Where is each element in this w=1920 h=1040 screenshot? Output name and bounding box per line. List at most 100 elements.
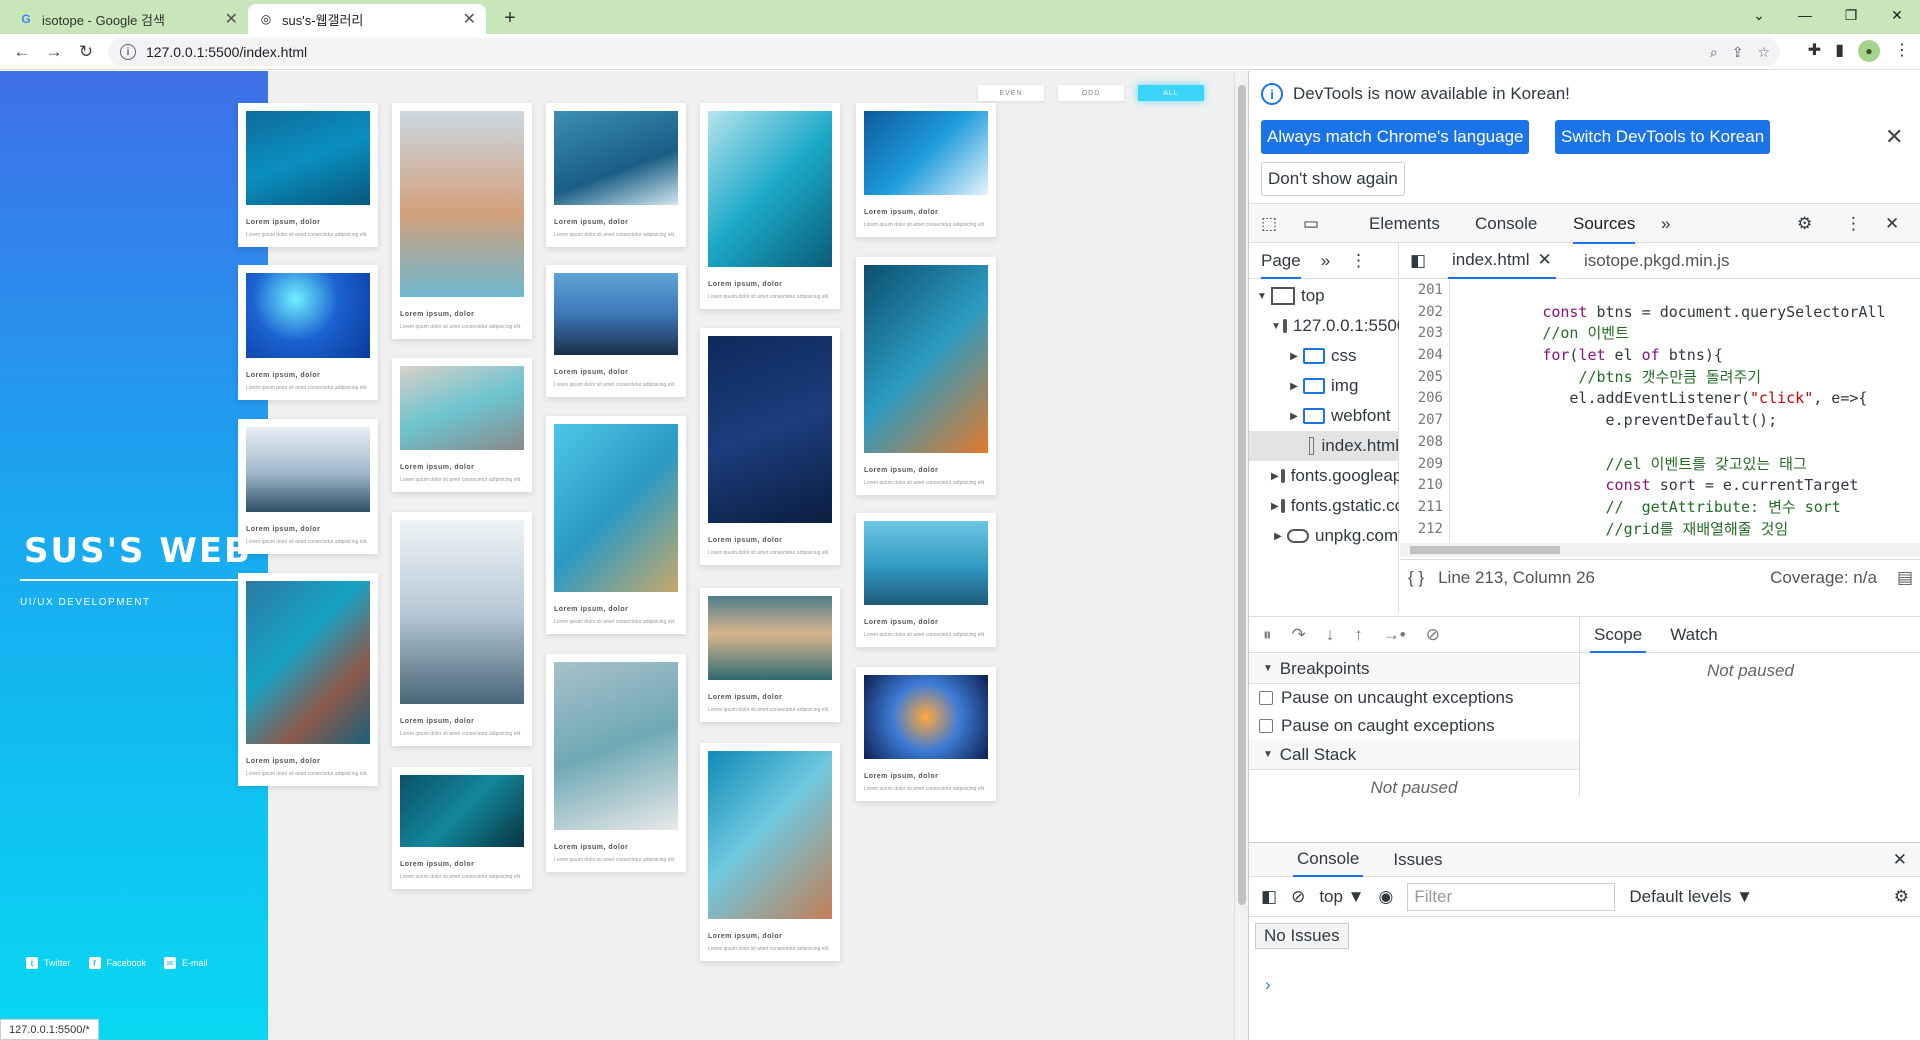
gallery-image[interactable] [864, 265, 988, 453]
no-issues-badge[interactable]: No Issues [1255, 923, 1349, 949]
close-file-icon[interactable]: ✕ [1537, 250, 1551, 270]
line-number[interactable]: 204 [1400, 345, 1449, 367]
gallery-image[interactable] [708, 336, 832, 523]
tab-scope[interactable]: Scope [1590, 617, 1647, 653]
close-tab-icon[interactable]: ✕ [463, 9, 476, 29]
gallery-card[interactable]: Lorem ipsum, dolor Lorem ipsum dolor sit … [238, 419, 378, 554]
device-toolbar-icon[interactable]: ▭ [1303, 214, 1319, 234]
line-number[interactable]: 202 [1400, 302, 1449, 324]
gallery-card[interactable]: Lorem ipsum, dolor Lorem ipsum dolor sit … [392, 767, 532, 889]
minimize-button[interactable]: — [1782, 0, 1828, 30]
profile-avatar[interactable]: ● [1858, 40, 1880, 62]
checkbox[interactable] [1259, 719, 1273, 733]
gallery-card[interactable]: Lorem ipsum, dolor Lorem ipsum dolor sit … [700, 328, 840, 565]
tab-watch[interactable]: Watch [1670, 625, 1718, 645]
editor-tab-index[interactable]: index.html ✕ [1448, 243, 1556, 279]
pretty-print-icon[interactable]: { } [1408, 568, 1424, 588]
page-scrollbar[interactable] [1234, 71, 1248, 1040]
email-link[interactable]: ✉ E-mail [164, 957, 208, 969]
gallery-card[interactable]: Lorem ipsum, dolor Lorem ipsum dolor sit … [238, 265, 378, 400]
close-drawer-icon[interactable]: ✕ [1893, 850, 1907, 870]
tab-gallery[interactable]: ◎ sus's-웹갤러리 ✕ [248, 4, 486, 34]
line-number[interactable]: 210 [1400, 475, 1449, 497]
gallery-card[interactable]: Lorem ipsum, dolor Lorem ipsum dolor sit … [546, 103, 686, 247]
switch-korean-button[interactable]: Switch DevTools to Korean [1555, 120, 1771, 154]
drawer-tab-issues[interactable]: Issues [1393, 850, 1442, 870]
line-number[interactable]: 201 [1400, 280, 1449, 302]
close-window-button[interactable]: ✕ [1874, 0, 1920, 30]
site-logo[interactable]: SUS'S WEB [24, 531, 252, 571]
restore-button[interactable]: ❐ [1828, 0, 1874, 30]
line-number[interactable]: 208 [1400, 432, 1449, 454]
tab-google-search[interactable]: G isotope - Google 검색 ✕ [8, 4, 248, 34]
new-tab-button[interactable]: + [496, 4, 524, 32]
gallery-image[interactable] [400, 775, 524, 847]
gallery-image[interactable] [864, 675, 988, 759]
line-number[interactable]: 205 [1400, 367, 1449, 389]
line-number[interactable]: 206 [1400, 388, 1449, 410]
tab-console[interactable]: Console [1475, 214, 1537, 234]
call-stack-section[interactable]: ▼ Call Stack [1249, 740, 1579, 770]
gallery-card[interactable]: Lorem ipsum, dolor Lorem ipsum dolor sit … [546, 654, 686, 872]
close-tab-icon[interactable]: ✕ [225, 9, 238, 29]
devtools-menu-icon[interactable]: ⋮ [1845, 214, 1862, 234]
step-into-icon[interactable]: ↓ [1326, 625, 1335, 645]
gallery-image[interactable] [708, 111, 832, 267]
drawer-tab-console[interactable]: Console [1293, 843, 1364, 877]
more-tabs-icon[interactable]: » [1661, 214, 1670, 234]
tree-item[interactable]: ▶ webfont [1249, 401, 1399, 431]
dont-show-again-button[interactable]: Don't show again [1261, 162, 1405, 196]
gallery-image[interactable] [246, 581, 370, 744]
bookmark-star-icon[interactable]: ☆ [1757, 44, 1770, 61]
expand-arrow-icon[interactable]: ▶ [1287, 351, 1301, 362]
inspect-element-icon[interactable]: ⬚ [1261, 214, 1277, 234]
line-number[interactable]: 209 [1400, 454, 1449, 476]
editor-hscrollbar[interactable] [1400, 543, 1920, 557]
menu-kebab-icon[interactable]: ⋮ [1894, 40, 1910, 62]
console-filter-input[interactable]: Filter [1407, 882, 1616, 911]
twitter-link[interactable]: t Twitter [26, 957, 71, 969]
tab-elements[interactable]: Elements [1369, 214, 1440, 234]
live-expression-eye-icon[interactable]: ◉ [1379, 887, 1394, 907]
gallery-image[interactable] [246, 427, 370, 512]
gallery-image[interactable] [708, 751, 832, 919]
gallery-card[interactable]: Lorem ipsum, dolor Lorem ipsum dolor sit … [856, 103, 996, 237]
clear-console-icon[interactable]: ⊘ [1291, 887, 1305, 907]
expand-arrow-icon[interactable]: ▶ [1271, 531, 1285, 542]
pause-icon[interactable]: ⏸ [1263, 625, 1272, 645]
filter-odd-button[interactable]: ODD [1058, 85, 1124, 101]
step-icon[interactable]: →• [1383, 625, 1406, 645]
expand-arrow-icon[interactable]: ▶ [1287, 411, 1301, 422]
editor-hscrollbar-thumb[interactable] [1410, 546, 1560, 554]
gallery-image[interactable] [246, 273, 370, 358]
filter-even-button[interactable]: EVEN [978, 85, 1044, 101]
line-number[interactable]: 203 [1400, 323, 1449, 345]
expand-arrow-icon[interactable]: ▶ [1271, 501, 1279, 512]
tree-item[interactable]: ▼ top [1249, 281, 1399, 311]
console-prompt-icon[interactable]: › [1265, 975, 1271, 995]
tab-page[interactable]: Page [1261, 243, 1301, 279]
gallery-image[interactable] [554, 273, 678, 355]
toggle-navigator-icon[interactable]: ◧ [1410, 251, 1426, 271]
editor-tab-isotope[interactable]: isotope.pkgd.min.js [1584, 251, 1730, 271]
close-devtools-icon[interactable]: ✕ [1885, 214, 1899, 234]
line-number[interactable]: 207 [1400, 410, 1449, 432]
deactivate-breakpoints-icon[interactable]: ⊘ [1426, 625, 1440, 645]
tree-item[interactable]: ▶ img [1249, 371, 1399, 401]
tree-item[interactable]: ▶ css [1249, 341, 1399, 371]
reload-button[interactable]: ↻ [74, 40, 98, 64]
gallery-card[interactable]: Lorem ipsum, dolor Lorem ipsum dolor sit … [856, 257, 996, 495]
gallery-image[interactable] [246, 111, 370, 205]
gallery-image[interactable] [400, 111, 524, 297]
extensions-icon[interactable]: ✚ [1808, 40, 1821, 62]
match-language-button[interactable]: Always match Chrome's language [1261, 120, 1530, 154]
tab-search-icon[interactable]: ⌄ [1736, 0, 1782, 30]
step-out-icon[interactable]: ↑ [1354, 625, 1363, 645]
gallery-card[interactable]: Lorem ipsum, dolor Lorem ipsum dolor sit … [546, 416, 686, 634]
gallery-image[interactable] [400, 366, 524, 450]
gallery-card[interactable]: Lorem ipsum, dolor Lorem ipsum dolor sit … [700, 743, 840, 961]
tree-item[interactable]: ▶ unpkg.com [1249, 521, 1399, 551]
site-info-icon[interactable]: i [120, 44, 136, 60]
checkbox[interactable] [1259, 691, 1273, 705]
facebook-link[interactable]: f Facebook [88, 957, 146, 969]
